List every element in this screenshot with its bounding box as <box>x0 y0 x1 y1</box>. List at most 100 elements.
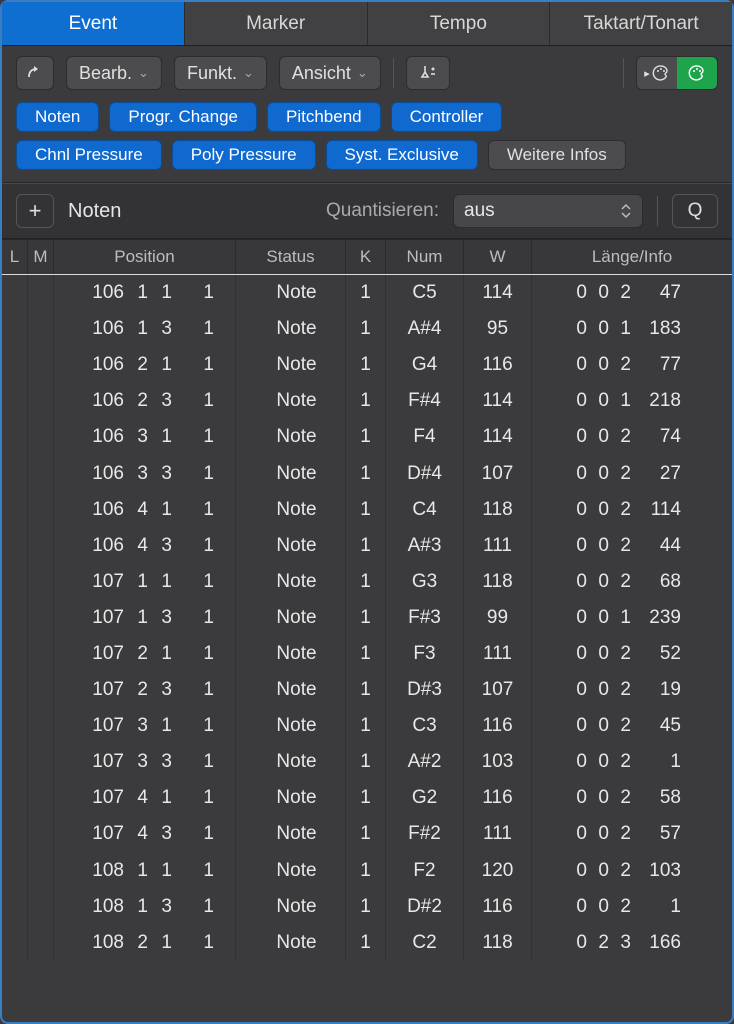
col-header-num[interactable]: Num <box>386 240 464 274</box>
quantize-select[interactable]: aus <box>453 194 643 228</box>
cell-position[interactable]: 107431 <box>54 816 236 852</box>
cell-length[interactable]: 001218 <box>532 383 732 419</box>
cell-M[interactable] <box>28 636 54 672</box>
tab-marker[interactable]: Marker <box>185 2 368 45</box>
cell-length[interactable]: 00245 <box>532 708 732 744</box>
cell-channel[interactable]: 1 <box>346 528 386 564</box>
cell-status[interactable]: Note <box>236 311 346 347</box>
table-row[interactable]: 107131Note1F#399001239 <box>2 600 732 636</box>
table-row[interactable]: 106111Note1C511400247 <box>2 275 732 311</box>
cell-num[interactable]: F#4 <box>386 383 464 419</box>
cell-M[interactable] <box>28 672 54 708</box>
table-row[interactable]: 107211Note1F311100252 <box>2 636 732 672</box>
cell-length[interactable]: 001183 <box>532 311 732 347</box>
cell-num[interactable]: C3 <box>386 708 464 744</box>
cell-velocity[interactable]: 116 <box>464 780 532 816</box>
col-header-K[interactable]: K <box>346 240 386 274</box>
cell-position[interactable]: 108211 <box>54 925 236 961</box>
table-row[interactable]: 108211Note1C2118023166 <box>2 925 732 961</box>
table-row[interactable]: 107311Note1C311600245 <box>2 708 732 744</box>
cell-status[interactable]: Note <box>236 564 346 600</box>
cell-length[interactable]: 0021 <box>532 889 732 925</box>
cell-channel[interactable]: 1 <box>346 672 386 708</box>
cell-L[interactable] <box>2 275 28 311</box>
cell-position[interactable]: 107211 <box>54 636 236 672</box>
cell-length[interactable]: 023166 <box>532 925 732 961</box>
cell-status[interactable]: Note <box>236 528 346 564</box>
cell-length[interactable]: 00258 <box>532 780 732 816</box>
cell-M[interactable] <box>28 925 54 961</box>
cell-num[interactable]: F3 <box>386 636 464 672</box>
cell-M[interactable] <box>28 528 54 564</box>
tab-event[interactable]: Event <box>2 2 185 45</box>
cell-channel[interactable]: 1 <box>346 455 386 491</box>
cell-position[interactable]: 106411 <box>54 492 236 528</box>
cell-status[interactable]: Note <box>236 383 346 419</box>
cell-velocity[interactable]: 120 <box>464 853 532 889</box>
cell-M[interactable] <box>28 889 54 925</box>
cell-velocity[interactable]: 114 <box>464 275 532 311</box>
cell-L[interactable] <box>2 311 28 347</box>
cell-status[interactable]: Note <box>236 925 346 961</box>
add-event-button[interactable]: + <box>16 194 54 228</box>
cell-channel[interactable]: 1 <box>346 419 386 455</box>
catch-playhead-button[interactable] <box>16 56 54 90</box>
cell-status[interactable]: Note <box>236 744 346 780</box>
cell-length[interactable]: 00244 <box>532 528 732 564</box>
cell-num[interactable]: G3 <box>386 564 464 600</box>
filter-progr-change[interactable]: Progr. Change <box>109 102 257 132</box>
cell-channel[interactable]: 1 <box>346 816 386 852</box>
table-row[interactable]: 107411Note1G211600258 <box>2 780 732 816</box>
cell-channel[interactable]: 1 <box>346 600 386 636</box>
cell-M[interactable] <box>28 455 54 491</box>
cell-M[interactable] <box>28 383 54 419</box>
cell-M[interactable] <box>28 816 54 852</box>
table-row[interactable]: 108111Note1F2120002103 <box>2 853 732 889</box>
cell-velocity[interactable]: 118 <box>464 492 532 528</box>
cell-velocity[interactable]: 116 <box>464 889 532 925</box>
cell-status[interactable]: Note <box>236 708 346 744</box>
cell-M[interactable] <box>28 347 54 383</box>
cell-position[interactable]: 106431 <box>54 528 236 564</box>
cell-M[interactable] <box>28 780 54 816</box>
cell-status[interactable]: Note <box>236 636 346 672</box>
cell-status[interactable]: Note <box>236 347 346 383</box>
cell-L[interactable] <box>2 889 28 925</box>
col-header-W[interactable]: W <box>464 240 532 274</box>
filter-poly-pressure[interactable]: Poly Pressure <box>172 140 316 170</box>
table-row[interactable]: 106331Note1D#410700227 <box>2 455 732 491</box>
cell-status[interactable]: Note <box>236 672 346 708</box>
cell-velocity[interactable]: 114 <box>464 383 532 419</box>
cell-status[interactable]: Note <box>236 889 346 925</box>
table-row[interactable]: 106311Note1F411400274 <box>2 419 732 455</box>
cell-L[interactable] <box>2 853 28 889</box>
cell-velocity[interactable]: 116 <box>464 708 532 744</box>
cell-channel[interactable]: 1 <box>346 889 386 925</box>
cell-length[interactable]: 00227 <box>532 455 732 491</box>
cell-num[interactable]: F#2 <box>386 816 464 852</box>
cell-velocity[interactable]: 118 <box>464 564 532 600</box>
cell-status[interactable]: Note <box>236 853 346 889</box>
cell-num[interactable]: F4 <box>386 419 464 455</box>
cell-position[interactable]: 106311 <box>54 419 236 455</box>
cell-L[interactable] <box>2 672 28 708</box>
cell-M[interactable] <box>28 564 54 600</box>
table-row[interactable]: 107331Note1A#21030021 <box>2 744 732 780</box>
cell-position[interactable]: 106131 <box>54 311 236 347</box>
cell-position[interactable]: 107411 <box>54 780 236 816</box>
cell-M[interactable] <box>28 275 54 311</box>
cell-status[interactable]: Note <box>236 455 346 491</box>
col-header-position[interactable]: Position <box>54 240 236 274</box>
cell-velocity[interactable]: 95 <box>464 311 532 347</box>
cell-velocity[interactable]: 114 <box>464 419 532 455</box>
quantize-apply-button[interactable]: Q <box>672 194 718 228</box>
functions-menu[interactable]: Funkt. ⌄ <box>174 56 267 90</box>
cell-position[interactable]: 107311 <box>54 708 236 744</box>
filter-controller[interactable]: Controller <box>391 102 503 132</box>
cell-length[interactable]: 00257 <box>532 816 732 852</box>
cell-channel[interactable]: 1 <box>346 564 386 600</box>
cell-channel[interactable]: 1 <box>346 383 386 419</box>
cell-position[interactable]: 107231 <box>54 672 236 708</box>
cell-channel[interactable]: 1 <box>346 347 386 383</box>
cell-position[interactable]: 106111 <box>54 275 236 311</box>
